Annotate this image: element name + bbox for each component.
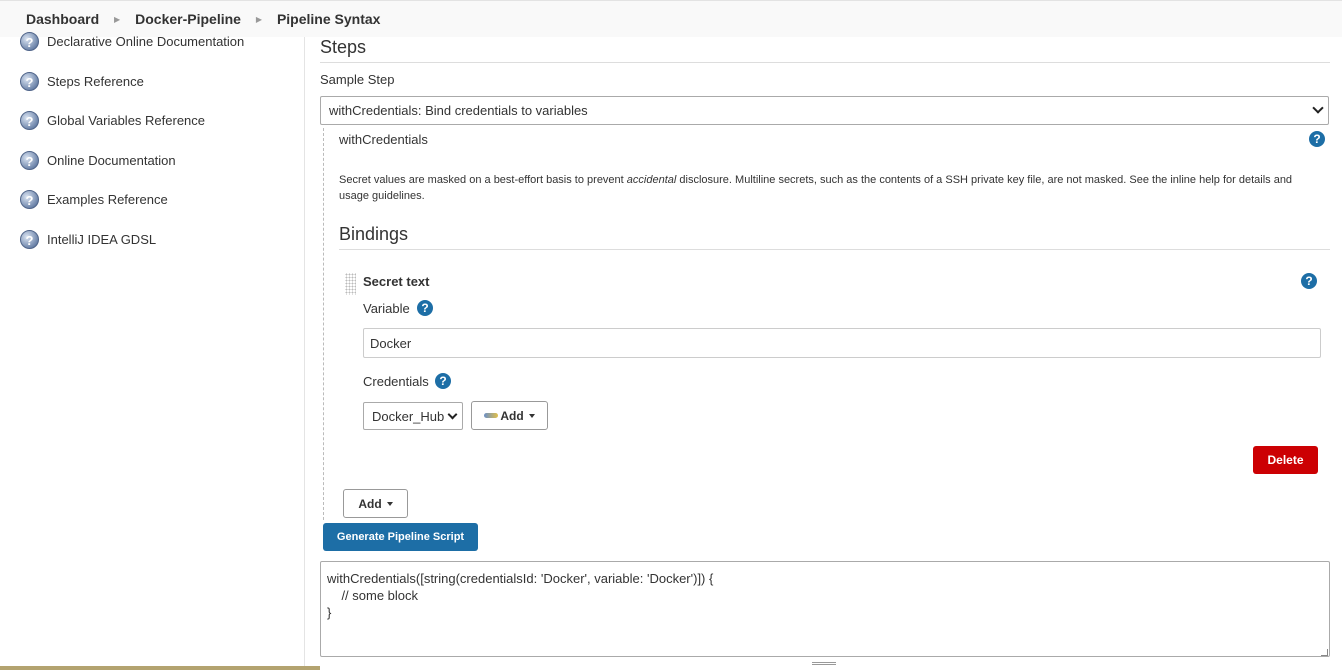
sample-step-select[interactable]: withCredentials: Bind credentials to var… (320, 96, 1329, 125)
drag-handle[interactable] (345, 273, 356, 295)
drag-handle[interactable] (812, 662, 836, 665)
variable-label: Variable (363, 301, 410, 316)
sidebar-item-steps-reference[interactable]: ? Steps Reference (20, 72, 144, 91)
bottom-bar (0, 666, 320, 670)
bindings-heading: Bindings (339, 224, 1330, 250)
steps-heading: Steps (320, 37, 1330, 63)
help-icon: ? (20, 32, 39, 51)
help-icon[interactable]: ? (435, 373, 451, 389)
step-name: withCredentials (339, 132, 428, 147)
sidebar-item-online-documentation[interactable]: ? Online Documentation (20, 151, 176, 170)
help-icon[interactable]: ? (417, 300, 433, 316)
resize-handle-icon[interactable] (1321, 649, 1328, 656)
sidebar-item-intellij-gdsl[interactable]: ? IntelliJ IDEA GDSL (20, 230, 156, 249)
help-icon: ? (20, 111, 39, 130)
section-guide-line (323, 128, 324, 520)
key-icon (484, 413, 499, 418)
sidebar-item-global-variables[interactable]: ? Global Variables Reference (20, 111, 205, 130)
help-icon: ? (20, 151, 39, 170)
sidebar-item-label: Global Variables Reference (47, 113, 206, 128)
caret-down-icon (528, 413, 535, 418)
breadcrumb-docker-pipeline[interactable]: Docker-Pipeline (135, 11, 241, 27)
chevron-down-icon (1312, 102, 1324, 114)
step-description: Secret values are masked on a best-effor… (339, 174, 1293, 202)
delete-button[interactable]: Delete (1253, 446, 1318, 474)
credentials-select[interactable]: Docker_Hub (363, 402, 463, 430)
generate-pipeline-script-button[interactable]: Generate Pipeline Script (323, 523, 478, 551)
binding-title: Secret text (363, 274, 430, 289)
add-credentials-button[interactable]: Add (471, 401, 548, 430)
breadcrumb-separator-icon: ▶ (114, 14, 121, 24)
help-icon[interactable]: ? (1301, 273, 1317, 289)
breadcrumb-separator-icon: ▶ (255, 14, 263, 24)
help-icon[interactable]: ? (1309, 131, 1325, 147)
caret-down-icon (386, 501, 393, 506)
sidebar-item-label: Examples Reference (47, 192, 168, 207)
credentials-label: Credentials (363, 374, 429, 389)
sample-step-value: withCredentials: Bind credentials to var… (329, 103, 588, 118)
sidebar-item-declarative-online-docs[interactable]: ? Declarative Online Documentation (20, 32, 244, 51)
sidebar-item-label: Steps Reference (47, 74, 144, 89)
sample-step-label: Sample Step (320, 72, 395, 87)
add-binding-button[interactable]: Add (343, 489, 408, 518)
breadcrumb-dashboard[interactable]: Dashboard (26, 11, 99, 27)
script-output-textarea[interactable]: withCredentials([string(credentialsId: '… (320, 561, 1330, 657)
chevron-down-icon (447, 409, 458, 420)
sidebar-item-label: IntelliJ IDEA GDSL (47, 232, 157, 247)
help-icon: ? (20, 190, 39, 209)
sidebar: ? Declarative Online Documentation ? Ste… (0, 32, 305, 670)
sidebar-item-label: Online Documentation (47, 153, 176, 168)
sidebar-item-examples-reference[interactable]: ? Examples Reference (20, 190, 168, 209)
variable-input[interactable]: Docker (363, 328, 1321, 358)
sidebar-item-label: Declarative Online Documentation (47, 34, 245, 49)
help-icon: ? (20, 72, 39, 91)
help-icon: ? (20, 230, 39, 249)
breadcrumb-pipeline-syntax[interactable]: Pipeline Syntax (277, 11, 380, 27)
